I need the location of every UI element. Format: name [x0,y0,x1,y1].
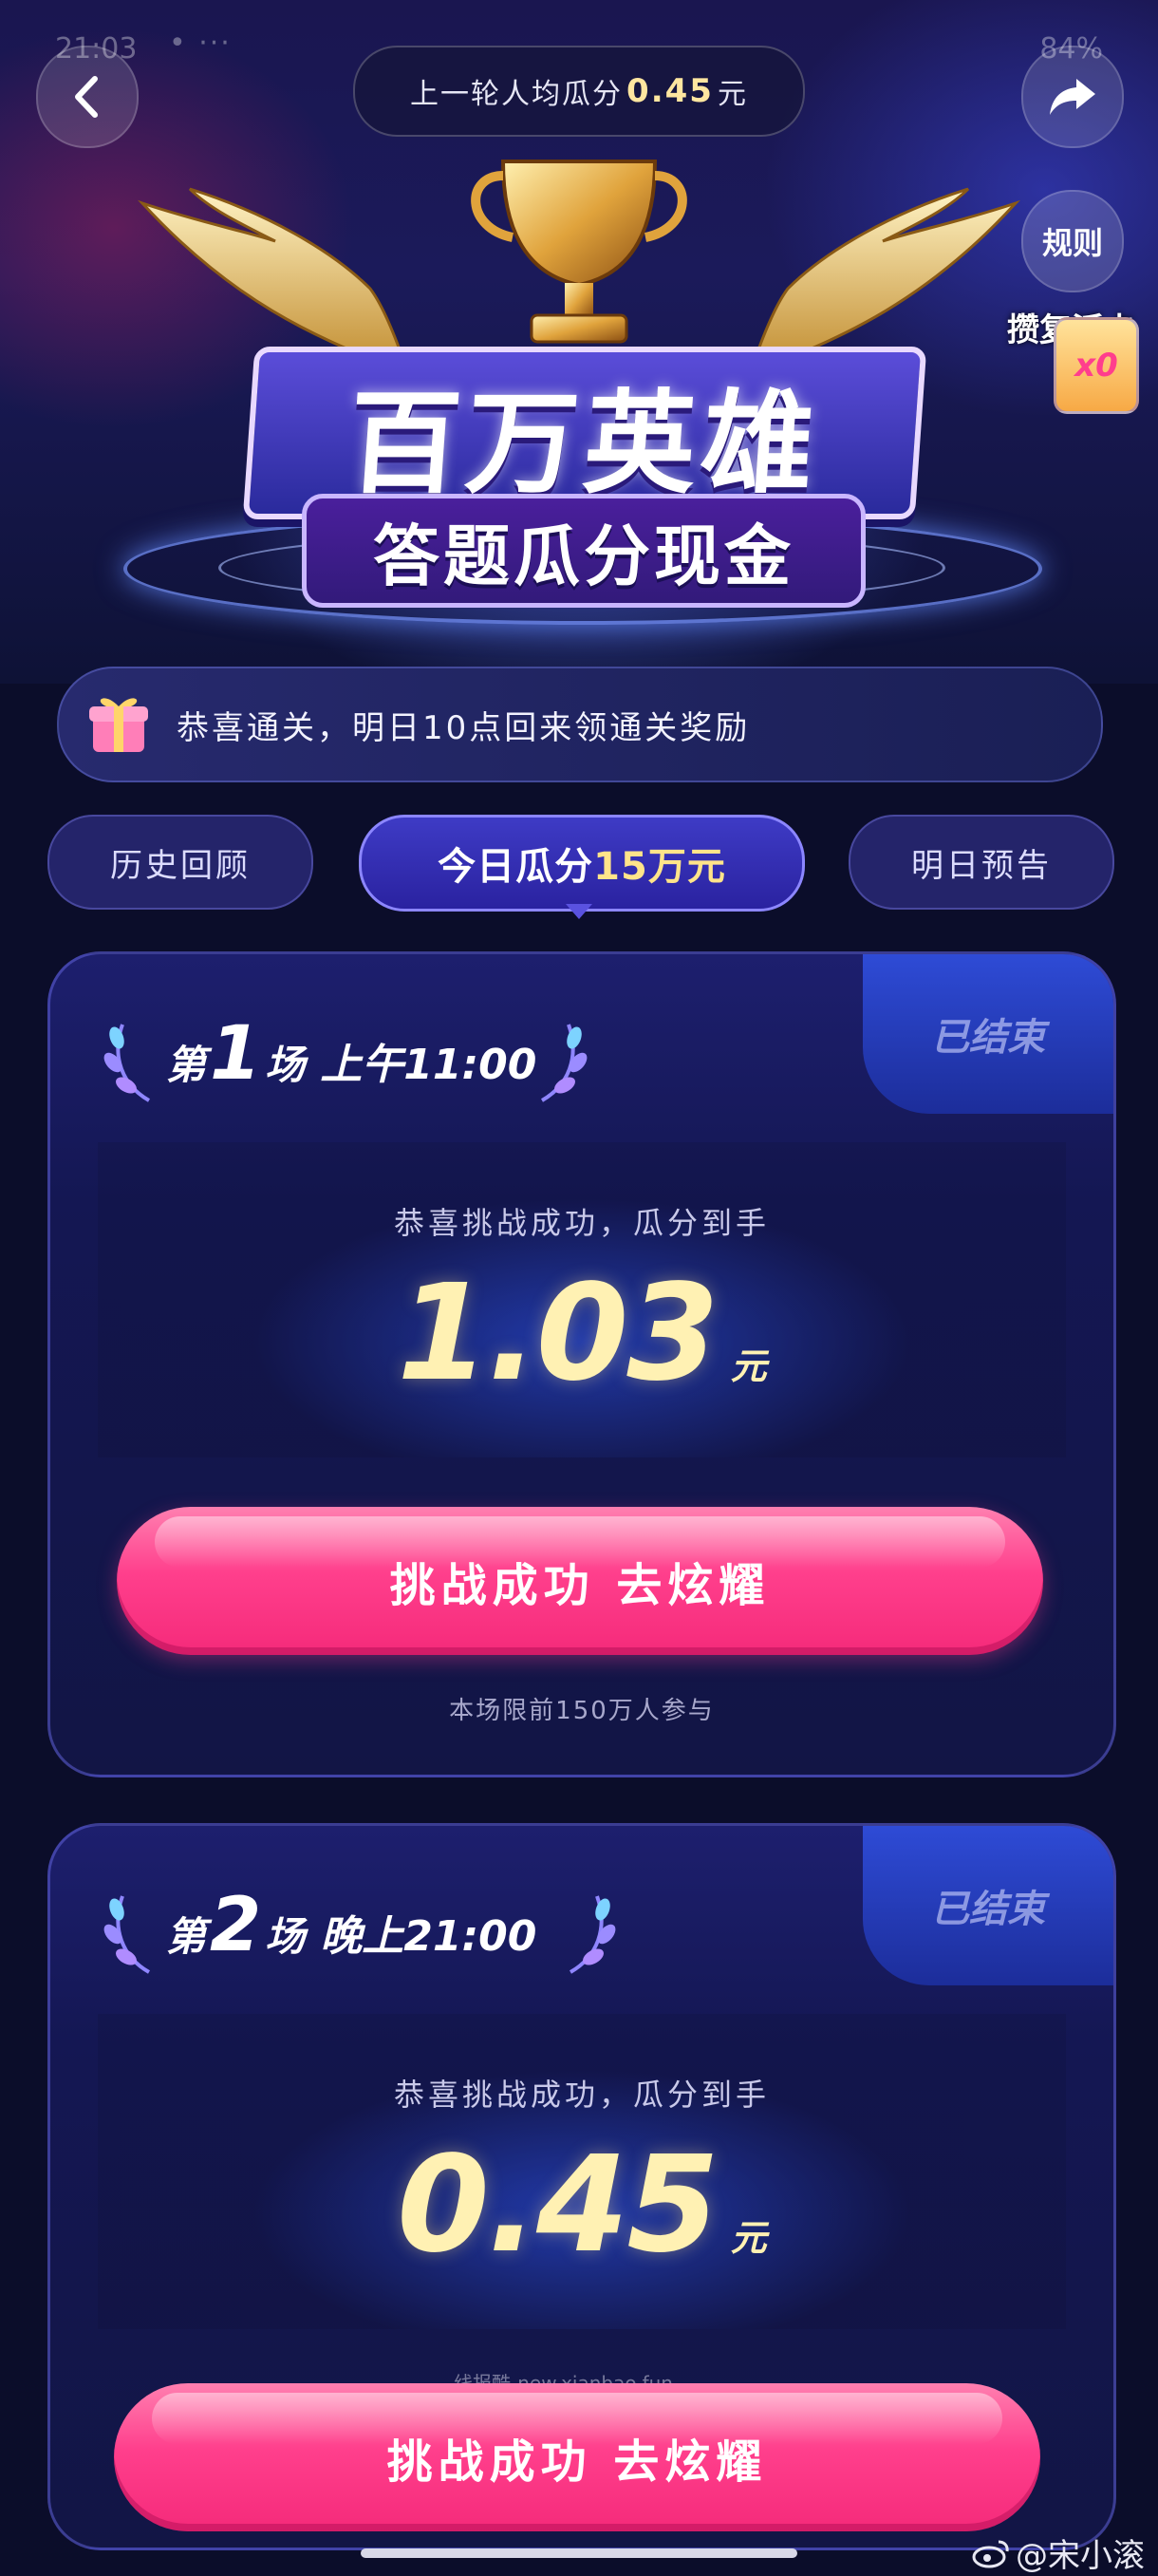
back-button[interactable] [36,46,139,148]
result-amount-value: 0.45 [397,2128,719,2283]
result-congrats: 恭喜挑战成功，瓜分到手 [393,1205,770,1241]
last-round-prefix: 上一轮人均瓜分 [410,78,624,111]
laurel-icon [540,1024,588,1102]
session-chang: 场 [265,1913,306,1960]
result-amount: 0.45 元 [50,2128,1113,2283]
session-number: 1 [210,1011,262,1097]
tab-today-highlight: 15万元 [593,845,726,889]
weibo-credit: @宋小滚 [972,2529,1145,2576]
show-off-button[interactable]: 挑战成功 去炫耀 [117,1507,1043,1655]
session-number: 2 [210,1883,262,1968]
session-status-badge: 已结束 [863,954,1113,1114]
result-congrats: 恭喜挑战成功，瓜分到手 [393,2077,770,2113]
tab-tomorrow-label: 明日预告 [911,846,1052,885]
laurel-icon [103,1024,151,1102]
status-dots: • ··· [169,27,232,60]
laurel-icon [569,1895,616,1974]
last-round-unit: 元 [717,78,748,111]
session-time: 晚上21:00 [320,1912,537,1961]
session-chang: 场 [265,1042,306,1088]
gift-box-icon [89,698,148,752]
session-title: 第 1 场 上午11:00 [166,1011,536,1097]
result-amount-unit: 元 [730,2217,767,2259]
result-amount-unit: 元 [730,1345,767,1387]
last-round-amount: 0.45 [626,72,714,110]
notice-text: 恭喜通关，明日10点回来领通关奖励 [177,708,751,747]
session-title: 第 2 场 晚上21:00 [166,1883,536,1968]
weibo-user: @宋小滚 [1016,2537,1145,2575]
tab-today[interactable]: 今日瓜分 15万元 [359,815,805,912]
result-amount: 1.03 元 [50,1256,1113,1411]
session-status-badge: 已结束 [863,1826,1113,1985]
tab-history-label: 历史回顾 [110,846,251,885]
session-time: 上午11:00 [320,1041,537,1089]
result-amount-value: 1.03 [397,1256,719,1411]
tab-today-prefix: 今日瓜分 [438,845,594,889]
laurel-icon [103,1895,151,1974]
weibo-logo-icon [972,2540,1009,2567]
tab-history[interactable]: 历史回顾 [47,815,313,910]
hero-title: 百万英雄 [344,377,825,509]
hero-banner: 百万英雄 答题瓜分现金 [0,142,1158,636]
notice-bar: 恭喜通关，明日10点回来领通关奖励 [57,667,1103,782]
session-card-1: 已结束 第 1 场 上午11:00 恭喜挑战成功，瓜分到手 1.03 元 挑战成功… [47,951,1116,1777]
tab-tomorrow[interactable]: 明日预告 [849,815,1114,910]
show-off-label: 挑战成功 去炫耀 [386,2435,768,2489]
share-button[interactable] [1021,46,1124,148]
session-di: 第 [166,1913,207,1960]
chevron-left-icon [75,76,98,118]
tab-pointer [566,904,592,919]
share-arrow-icon [1050,79,1095,115]
session-limit-text: 本场限前150万人参与 [449,1697,715,1725]
trophy-icon [471,160,687,344]
home-indicator[interactable] [361,2548,797,2558]
hero-subtitle-plate: 答题瓜分现金 [302,494,866,608]
last-round-pill: 上一轮人均瓜分 0.45 元 [353,46,805,137]
hero-subtitle: 答题瓜分现金 [373,517,794,595]
show-off-button-2[interactable]: 挑战成功 去炫耀 [114,2383,1040,2531]
show-off-label: 挑战成功 去炫耀 [389,1559,771,1612]
session-di: 第 [166,1042,207,1088]
